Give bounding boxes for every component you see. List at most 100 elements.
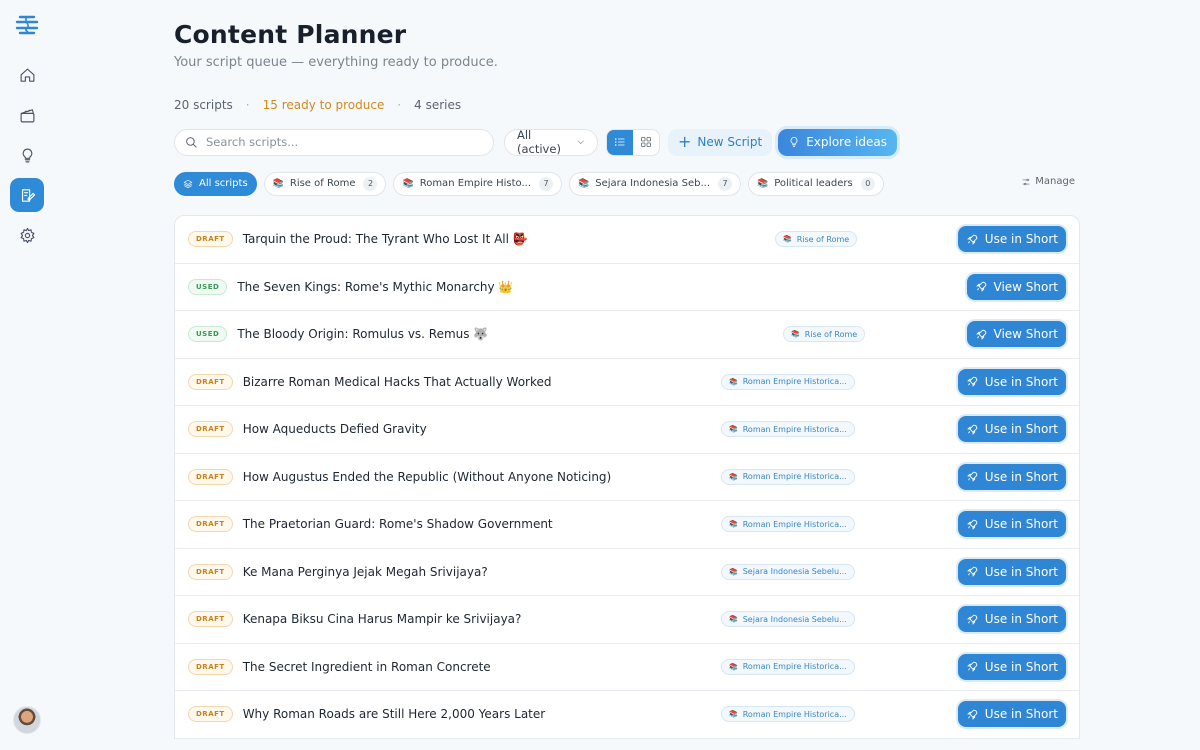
status-badge: DRAFT xyxy=(188,373,233,390)
script-title[interactable]: How Aqueducts Defied Gravity xyxy=(243,422,427,436)
books-icon: 📚 xyxy=(791,330,800,339)
series-tag[interactable]: 📚 Roman Empire Historica... xyxy=(721,706,855,723)
new-script-button[interactable]: + New Script xyxy=(668,128,773,156)
series-tag[interactable]: 📚 Roman Empire Historica... xyxy=(721,373,855,390)
user-avatar[interactable] xyxy=(13,706,41,734)
use-in-short-button[interactable]: Use in Short xyxy=(957,701,1066,728)
view-toggle xyxy=(606,128,660,156)
chip-count: 0 xyxy=(860,176,875,191)
books-icon: 📚 xyxy=(729,710,738,719)
status-filter-value: All (active) xyxy=(517,128,561,156)
nav-scripts[interactable] xyxy=(10,178,44,212)
sidebar xyxy=(0,0,54,750)
series-tag-label: Rise of Rome xyxy=(796,234,850,244)
list-icon xyxy=(614,138,625,146)
use-in-short-button[interactable]: Use in Short xyxy=(957,511,1066,538)
search-input[interactable] xyxy=(206,135,476,149)
script-title[interactable]: Ke Mana Perginya Jejak Megah Srivijaya? xyxy=(243,565,488,579)
status-badge: DRAFT xyxy=(188,611,233,628)
manage-series-button[interactable]: Manage xyxy=(1021,176,1075,187)
series-tag-label: Roman Empire Historica... xyxy=(742,519,847,529)
books-icon: 📚 xyxy=(729,520,738,529)
series-tag[interactable]: 📚 Roman Empire Historica... xyxy=(721,468,855,485)
script-row[interactable]: DRAFT Ke Mana Perginya Jejak Megah Srivij… xyxy=(175,549,1079,596)
use-in-short-button[interactable]: Use in Short xyxy=(957,558,1066,585)
series-tag[interactable]: 📚 Roman Empire Historica... xyxy=(721,421,855,438)
rocket-icon xyxy=(966,424,978,435)
script-title[interactable]: Bizarre Roman Medical Hacks That Actuall… xyxy=(243,375,552,389)
status-badge: USED xyxy=(188,326,228,343)
script-title[interactable]: The Secret Ingredient in Roman Concrete xyxy=(243,660,491,674)
view-short-button[interactable]: View Short xyxy=(966,321,1066,348)
script-title[interactable]: How Augustus Ended the Republic (Without… xyxy=(243,470,612,484)
series-tag[interactable]: 📚 Rise of Rome xyxy=(775,231,858,248)
nav-settings[interactable] xyxy=(10,218,44,252)
chip-series[interactable]: 📚 Political leaders 0 xyxy=(748,171,884,196)
series-tag-label: Sejara Indonesia Sebelu... xyxy=(742,614,847,624)
script-row[interactable]: DRAFT Why Roman Roads are Still Here 2,00… xyxy=(175,691,1079,739)
script-row[interactable]: DRAFT The Secret Ingredient in Roman Conc… xyxy=(175,644,1079,691)
action-label: Use in Short xyxy=(984,659,1058,674)
script-title[interactable]: The Seven Kings: Rome's Mythic Monarchy … xyxy=(237,280,513,294)
page-subtitle: Your script queue — everything ready to … xyxy=(174,55,498,70)
chip-series[interactable]: 📚 Sejara Indonesia Seb... 7 xyxy=(569,171,741,196)
status-badge: DRAFT xyxy=(188,421,233,438)
rocket-icon xyxy=(966,519,978,530)
status-filter-select[interactable]: All (active) xyxy=(504,128,598,156)
stats-bar: 20 scripts · 15 ready to produce · 4 ser… xyxy=(174,98,1080,112)
list-view-button[interactable] xyxy=(607,129,633,155)
script-title[interactable]: Tarquin the Proud: The Tyrant Who Lost I… xyxy=(243,232,528,246)
use-in-short-button[interactable]: Use in Short xyxy=(957,463,1066,490)
series-tag-label: Roman Empire Historica... xyxy=(742,709,847,719)
script-row[interactable]: DRAFT How Augustus Ended the Republic (Wi… xyxy=(175,454,1079,501)
script-row[interactable]: DRAFT Bizarre Roman Medical Hacks That Ac… xyxy=(175,359,1079,406)
nav-ideas[interactable] xyxy=(10,138,44,172)
gear-icon xyxy=(20,227,34,243)
scripts-count: 20 scripts xyxy=(174,98,233,112)
series-tag-label: Roman Empire Historica... xyxy=(742,424,847,434)
series-tag[interactable]: 📚 Rise of Rome xyxy=(783,326,866,343)
use-in-short-button[interactable]: Use in Short xyxy=(957,606,1066,633)
home-icon xyxy=(20,68,34,82)
series-tag[interactable]: 📚 Sejara Indonesia Sebelu... xyxy=(721,563,855,580)
view-short-button[interactable]: View Short xyxy=(966,273,1066,300)
rocket-icon xyxy=(966,566,978,578)
status-badge: DRAFT xyxy=(188,468,233,485)
app-logo-icon[interactable] xyxy=(14,12,40,38)
script-row[interactable]: DRAFT Tarquin the Proud: The Tyrant Who L… xyxy=(175,216,1079,264)
chip-all-scripts[interactable]: All scripts xyxy=(174,171,257,196)
script-title[interactable]: The Praetorian Guard: Rome's Shadow Gove… xyxy=(243,517,553,531)
books-icon: 📚 xyxy=(729,567,738,576)
grid-view-button[interactable] xyxy=(633,130,659,155)
series-tag[interactable]: 📚 Sejara Indonesia Sebelu... xyxy=(721,611,855,628)
series-tag[interactable]: 📚 Roman Empire Historica... xyxy=(721,516,855,533)
chip-count: 2 xyxy=(363,176,378,191)
action-label: Use in Short xyxy=(984,422,1058,437)
books-icon: 📚 xyxy=(729,377,738,386)
chip-series[interactable]: 📚 Rise of Rome 2 xyxy=(263,171,387,196)
script-row[interactable]: USED The Seven Kings: Rome's Mythic Monar… xyxy=(175,264,1079,311)
series-tag[interactable]: 📚 Roman Empire Historica... xyxy=(721,658,855,675)
use-in-short-button[interactable]: Use in Short xyxy=(957,653,1066,680)
clapperboard-icon xyxy=(20,108,34,122)
script-row[interactable]: USED The Bloody Origin: Romulus vs. Remus… xyxy=(175,311,1079,359)
script-edit-icon xyxy=(21,188,35,202)
use-in-short-button[interactable]: Use in Short xyxy=(957,416,1066,443)
script-title[interactable]: Why Roman Roads are Still Here 2,000 Yea… xyxy=(243,707,546,721)
use-in-short-button[interactable]: Use in Short xyxy=(957,368,1066,395)
script-row[interactable]: DRAFT How Aqueducts Defied Gravity 📚 Roman … xyxy=(175,406,1079,454)
rocket-icon xyxy=(966,709,978,720)
chip-series[interactable]: 📚 Roman Empire Histo... 7 xyxy=(393,171,563,196)
script-row[interactable]: DRAFT The Praetorian Guard: Rome's Shadow… xyxy=(175,501,1079,549)
nav-home[interactable] xyxy=(10,58,44,92)
nav-productions[interactable] xyxy=(10,98,44,132)
use-in-short-button[interactable]: Use in Short xyxy=(957,226,1066,253)
rocket-icon xyxy=(975,329,986,340)
action-label: Use in Short xyxy=(984,469,1058,484)
rocket-icon xyxy=(966,234,978,245)
script-row[interactable]: DRAFT Kenapa Biksu Cina Harus Mampir ke S… xyxy=(175,596,1079,644)
script-title[interactable]: Kenapa Biksu Cina Harus Mampir ke Srivij… xyxy=(243,612,522,626)
script-title[interactable]: The Bloody Origin: Romulus vs. Remus 🐺 xyxy=(237,327,488,341)
chip-label: Sejara Indonesia Seb... xyxy=(595,178,710,189)
explore-ideas-button[interactable]: Explore ideas xyxy=(778,128,897,156)
